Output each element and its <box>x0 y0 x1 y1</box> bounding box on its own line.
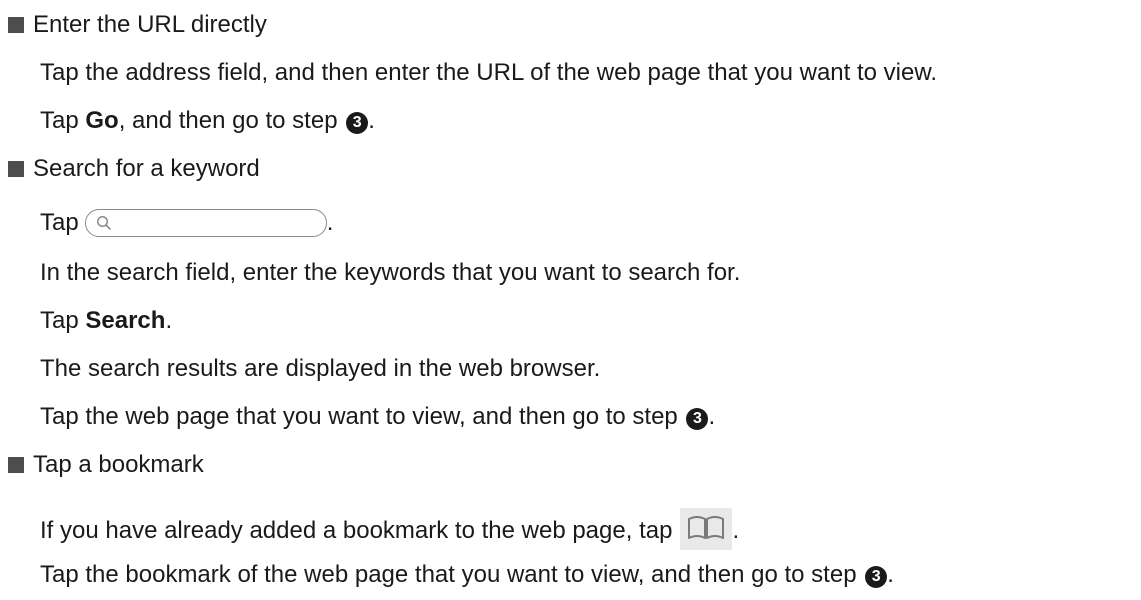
search-label: Search <box>85 307 166 334</box>
instruction-text: Tap the web page that you want to view, … <box>40 403 685 430</box>
instruction-text: Tap <box>40 209 79 236</box>
punctuation: . <box>708 403 716 430</box>
instruction-line: The search results are displayed in the … <box>40 354 600 384</box>
punctuation: . <box>165 307 173 334</box>
heading-text: Search for a keyword <box>33 155 260 182</box>
instruction-line: Tap. <box>40 208 333 238</box>
instruction-text: If you have already added a bookmark to … <box>40 517 673 544</box>
instruction-line: Tap the address field, and then enter th… <box>40 58 937 88</box>
heading-text: Enter the URL directly <box>33 11 267 38</box>
instruction-text: , and then go to step <box>118 107 345 134</box>
instruction-text: In the search field, enter the keywords … <box>40 259 741 286</box>
step-3-marker: 3 <box>346 112 369 134</box>
punctuation: . <box>887 561 894 588</box>
go-label: Go <box>85 107 119 134</box>
instruction-line: Tap the bookmark of the web page that yo… <box>40 560 894 590</box>
bookmark-icon <box>680 508 733 550</box>
punctuation: . <box>368 107 375 134</box>
instruction-text: Tap <box>40 307 86 334</box>
instruction-line: Tap Search. <box>40 306 172 336</box>
section-heading-url: Enter the URL directly <box>8 10 267 40</box>
instruction-line: Tap Go, and then go to step 3. <box>40 106 375 136</box>
step-3-marker: 3 <box>865 566 888 588</box>
instruction-text: The search results are displayed in the … <box>40 355 601 382</box>
punctuation: . <box>732 517 740 544</box>
instruction-line: In the search field, enter the keywords … <box>40 258 740 288</box>
open-book-icon <box>688 516 725 539</box>
search-field-icon <box>84 209 327 237</box>
section-heading-search: Search for a keyword <box>8 154 260 184</box>
instruction-text: Tap the bookmark of the web page that yo… <box>40 561 864 588</box>
punctuation: . <box>326 209 334 236</box>
section-heading-bookmark: Tap a bookmark <box>8 450 204 480</box>
instruction-line: Tap the web page that you want to view, … <box>40 402 715 432</box>
instruction-text: Tap the address field, and then enter th… <box>40 59 938 86</box>
heading-text: Tap a bookmark <box>33 451 204 478</box>
square-bullet-icon <box>8 17 24 33</box>
square-bullet-icon <box>8 161 24 177</box>
square-bullet-icon <box>8 457 24 473</box>
instruction-line: If you have already added a bookmark to … <box>40 508 739 550</box>
instruction-text: Tap <box>40 107 86 134</box>
magnifier-icon <box>96 215 111 230</box>
step-3-marker: 3 <box>686 408 709 430</box>
